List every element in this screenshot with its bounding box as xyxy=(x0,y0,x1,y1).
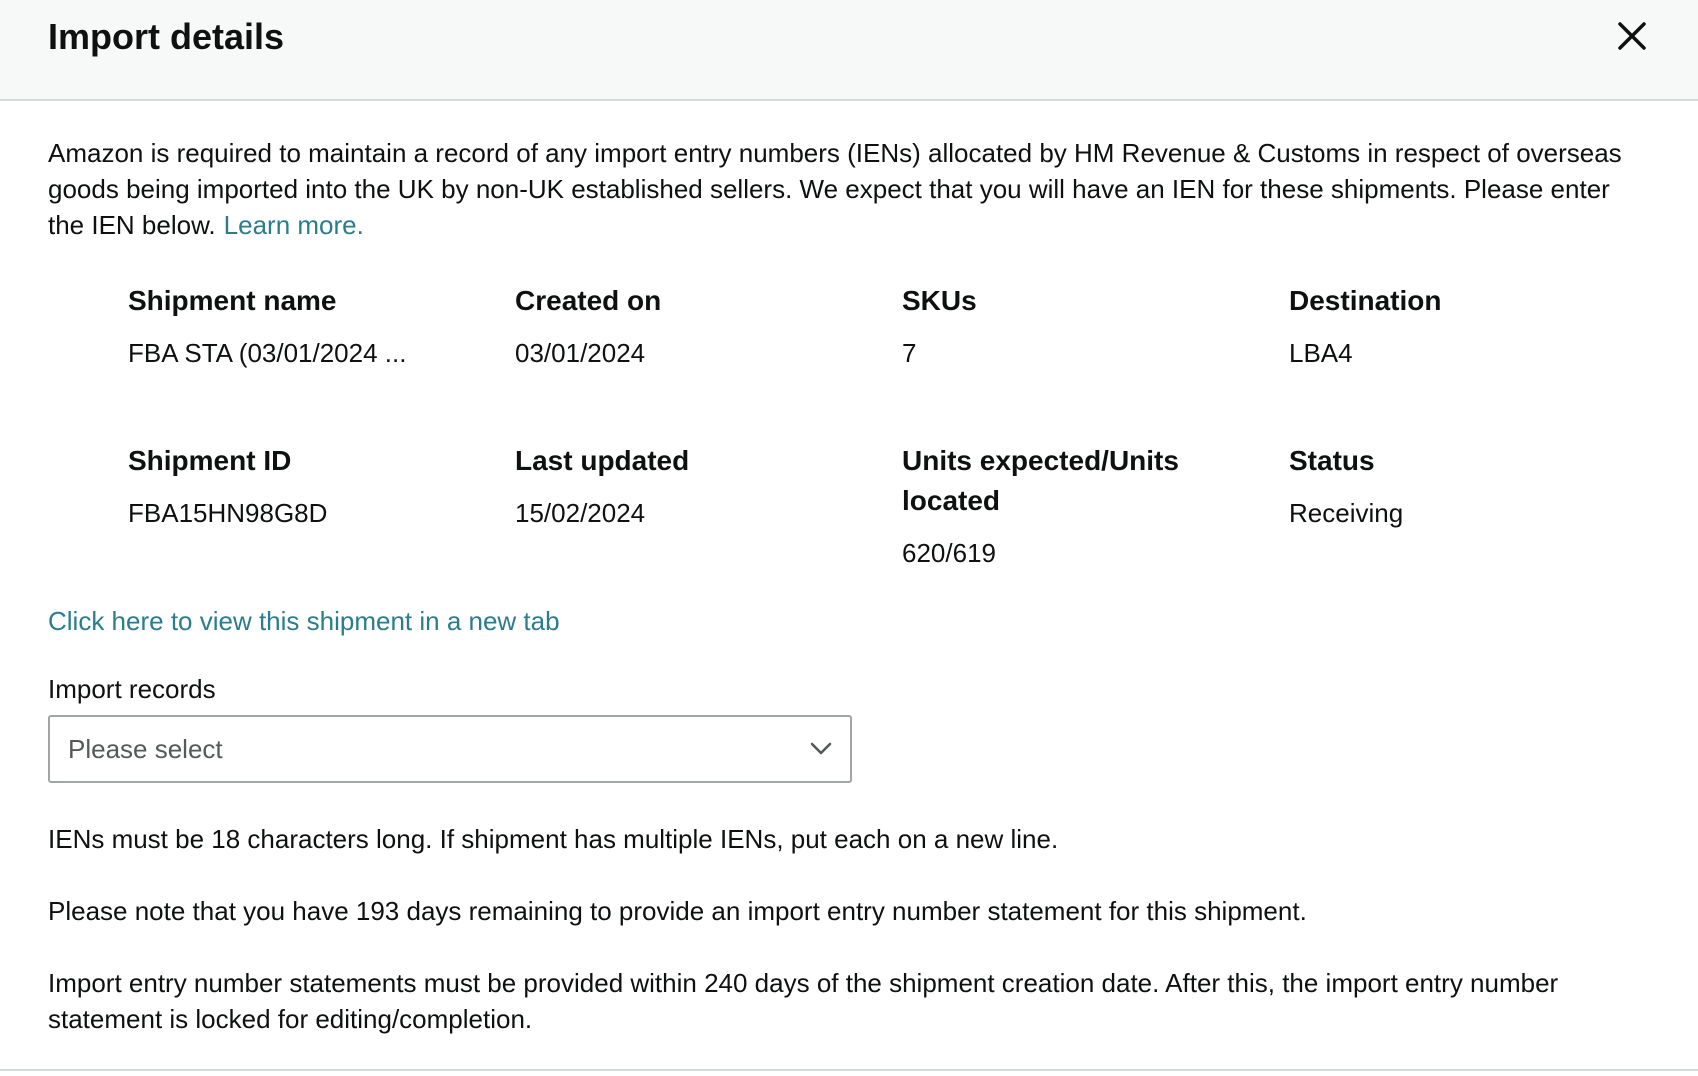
import-records-select[interactable]: Please select xyxy=(48,715,852,783)
import-records-placeholder: Please select xyxy=(68,733,223,764)
units-label: Units expected/Units located xyxy=(902,445,1179,516)
learn-more-link[interactable]: Learn more. xyxy=(224,210,364,240)
destination-cell: Destination LBA4 xyxy=(1289,281,1676,441)
last-updated-cell: Last updated 15/02/2024 xyxy=(515,441,902,601)
shipment-details-grid: Shipment name FBA STA (03/01/2024 ... Cr… xyxy=(128,281,1650,601)
modal-body: Amazon is required to maintain a record … xyxy=(0,101,1698,1037)
close-icon xyxy=(1618,22,1646,50)
status-label: Status xyxy=(1289,445,1375,476)
created-on-cell: Created on 03/01/2024 xyxy=(515,281,902,441)
units-cell: Units expected/Units located 620/619 xyxy=(902,441,1289,601)
view-shipment-link[interactable]: Click here to view this shipment in a ne… xyxy=(48,603,560,639)
skus-cell: SKUs 7 xyxy=(902,281,1289,441)
footer-divider xyxy=(0,1069,1698,1071)
import-details-modal: Import details Amazon is required to mai… xyxy=(0,0,1698,1076)
created-on-label: Created on xyxy=(515,285,662,316)
days-remaining-note: Please note that you have 193 days remai… xyxy=(48,896,1307,926)
shipment-name-label: Shipment name xyxy=(128,285,337,316)
close-button[interactable] xyxy=(1610,14,1654,58)
last-updated-value: 15/02/2024 xyxy=(515,498,646,528)
shipment-name-cell: Shipment name FBA STA (03/01/2024 ... xyxy=(128,281,515,441)
deadline-note: Import entry number statements must be p… xyxy=(48,968,1559,1034)
ien-length-note: IENs must be 18 characters long. If ship… xyxy=(48,824,1059,854)
last-updated-label: Last updated xyxy=(515,445,690,476)
intro-paragraph: Amazon is required to maintain a record … xyxy=(48,101,1650,243)
shipment-id-value: FBA15HN98G8D xyxy=(128,498,328,528)
destination-value: LBA4 xyxy=(1289,338,1353,368)
skus-value: 7 xyxy=(902,338,917,368)
shipment-id-label: Shipment ID xyxy=(128,445,292,476)
destination-label: Destination xyxy=(1289,285,1442,316)
modal-title: Import details xyxy=(48,16,285,57)
skus-label: SKUs xyxy=(902,285,977,316)
created-on-value: 03/01/2024 xyxy=(515,338,646,368)
import-records-label: Import records xyxy=(48,674,216,704)
status-cell: Status Receiving xyxy=(1289,441,1676,601)
chevron-down-icon xyxy=(810,742,832,755)
modal-header: Import details xyxy=(0,0,1698,101)
shipment-id-cell: Shipment ID FBA15HN98G8D xyxy=(128,441,515,601)
status-value: Receiving xyxy=(1289,498,1404,528)
units-value: 620/619 xyxy=(902,538,996,568)
shipment-name-value: FBA STA (03/01/2024 ... xyxy=(128,338,407,368)
